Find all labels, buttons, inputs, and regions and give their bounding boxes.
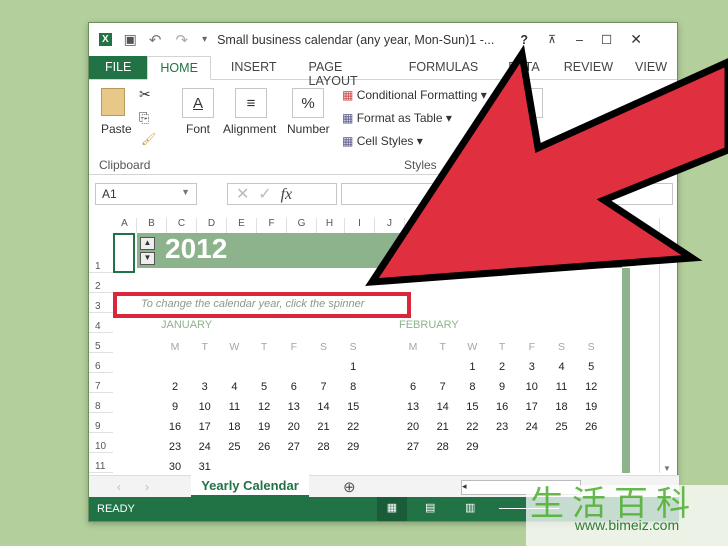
red-arrow-shape [365,44,728,287]
red-arrow-annotation [365,44,728,287]
watermark-logo: 生活百科 [530,485,698,523]
watermark: 生活百科 www.bimeiz.com [526,485,728,546]
